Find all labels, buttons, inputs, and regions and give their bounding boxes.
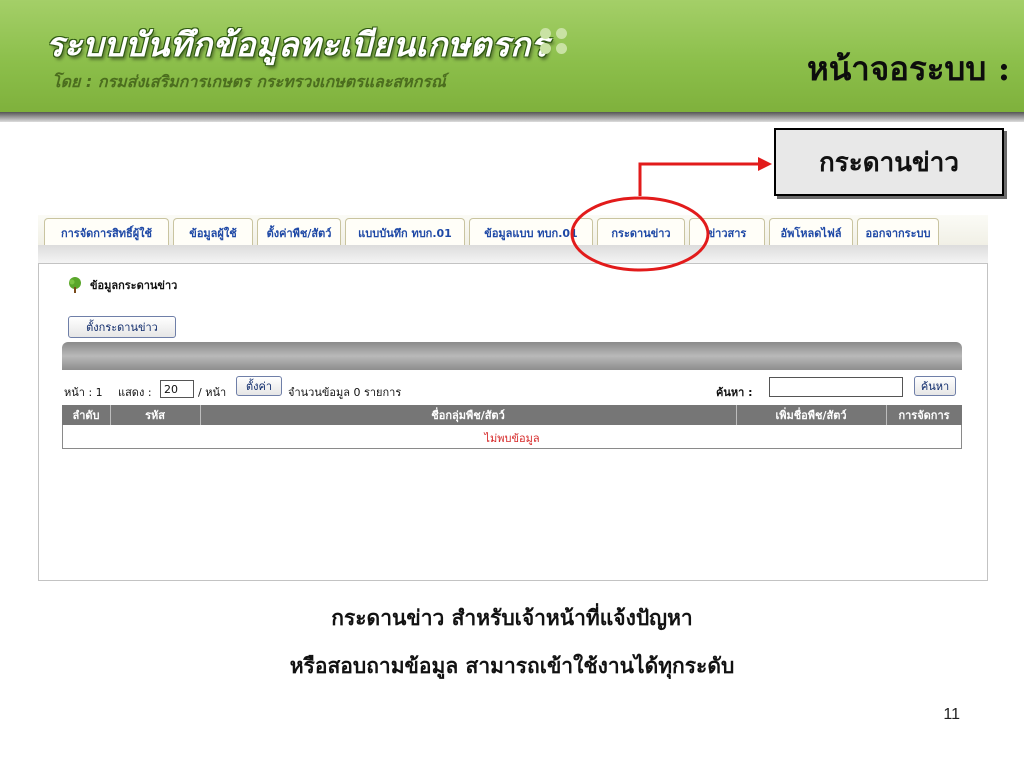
column-header: การจัดการ [898, 409, 950, 422]
app-title: ระบบบันทึกข้อมูลทะเบียนเกษตรกร [46, 25, 549, 64]
tab-label: ข้อมูลผู้ใช้ [189, 226, 237, 240]
table-header: ลำดับ รหัส ชื่อกลุ่มพืช/สัตว์ เพิ่มชื่อพ… [62, 405, 962, 425]
per-page-input[interactable]: 20 [160, 380, 194, 398]
caption-line-1: กระดานข่าว สำหรับเจ้าหน้าที่แจ้งปัญหา [331, 605, 693, 630]
annotation-arrow-line [638, 162, 760, 196]
tree-icon [69, 277, 81, 293]
header-divider [0, 112, 1024, 122]
table-body: ไม่พบข้อมูล [62, 425, 962, 449]
pager-row: หน้า : 1 แสดง : 20 / หน้า ตั้งค่า จำนวนข… [64, 376, 960, 399]
column-header: ลำดับ [72, 409, 100, 422]
tab-label: ข่าวสาร [707, 226, 747, 240]
slide: ระบบบันทึกข้อมูลทะเบียนเกษตรกร โดย : กรม… [0, 0, 1024, 768]
tab-user-info[interactable]: ข้อมูลผู้ใช้ [173, 218, 253, 246]
tab-label: ตั้งค่าพืช/สัตว์ [266, 226, 332, 240]
slide-number: 11 [943, 706, 960, 723]
section-heading: ข้อมูลกระดานข่าว [66, 276, 177, 294]
tab-label: อัพโหลดไฟล์ [780, 226, 842, 240]
tab-label: ออกจากระบบ [865, 226, 931, 240]
per-page-value: 20 [164, 382, 178, 396]
caption-line-2: หรือสอบถามข้อมูล สามารถเข้าใช้งานได้ทุกร… [289, 653, 735, 678]
per-page-suffix: / หน้า [198, 386, 227, 399]
column-header: รหัส [145, 409, 165, 422]
page-heading: หน้าจอระบบ : [806, 49, 1010, 88]
set-per-page-button[interactable]: ตั้งค่า [236, 376, 282, 396]
new-board-button-label: ตั้งกระดานข่าว [86, 321, 158, 334]
record-count: จำนวนข้อมูล 0 รายการ [288, 386, 402, 399]
search-button-label: ค้นหา [920, 380, 950, 393]
tab-label: การจัดการสิทธิ์ผู้ใช้ [60, 226, 153, 240]
column-header: ชื่อกลุ่มพืช/สัตว์ [431, 409, 505, 422]
page-indicator: หน้า : 1 [64, 386, 103, 399]
dots-decoration-icon [540, 28, 574, 58]
tab-form-data[interactable]: ข้อมูลแบบ ทบก.01 [469, 218, 593, 246]
nav-underline [38, 245, 988, 263]
search-button[interactable]: ค้นหา [914, 376, 956, 396]
grid-header-bar [62, 342, 962, 370]
app-subtitle: โดย : กรมส่งเสริมการเกษตร กระทรวงเกษตรแล… [52, 72, 446, 91]
search-input[interactable] [769, 377, 903, 397]
column-header: เพิ่มชื่อพืช/สัตว์ [775, 409, 847, 422]
tab-logout[interactable]: ออกจากระบบ [857, 218, 939, 246]
tab-label: กระดานข่าว [611, 226, 671, 240]
search-label: ค้นหา : [716, 386, 753, 399]
arrow-head-icon [758, 157, 772, 171]
show-label: แสดง : [118, 386, 152, 399]
callout-label: กระดานข่าว [819, 147, 959, 178]
tab-user-permissions[interactable]: การจัดการสิทธิ์ผู้ใช้ [44, 218, 169, 246]
tab-label: ข้อมูลแบบ ทบก.01 [484, 226, 578, 240]
tab-upload-file[interactable]: อัพโหลดไฟล์ [769, 218, 853, 246]
new-board-button[interactable]: ตั้งกระดานข่าว [68, 316, 176, 338]
tab-bulletin-board[interactable]: กระดานข่าว [597, 218, 685, 246]
tab-plant-animal-settings[interactable]: ตั้งค่าพืช/สัตว์ [257, 218, 341, 246]
empty-table-message: ไม่พบข้อมูล [484, 432, 540, 445]
callout-box: กระดานข่าว [774, 128, 1004, 196]
tab-label: แบบบันทึก ทบก.01 [358, 226, 452, 240]
section-title: ข้อมูลกระดานข่าว [90, 279, 178, 292]
tab-news[interactable]: ข่าวสาร [689, 218, 765, 246]
tab-form-record[interactable]: แบบบันทึก ทบก.01 [345, 218, 465, 246]
set-button-label: ตั้งค่า [245, 380, 273, 393]
